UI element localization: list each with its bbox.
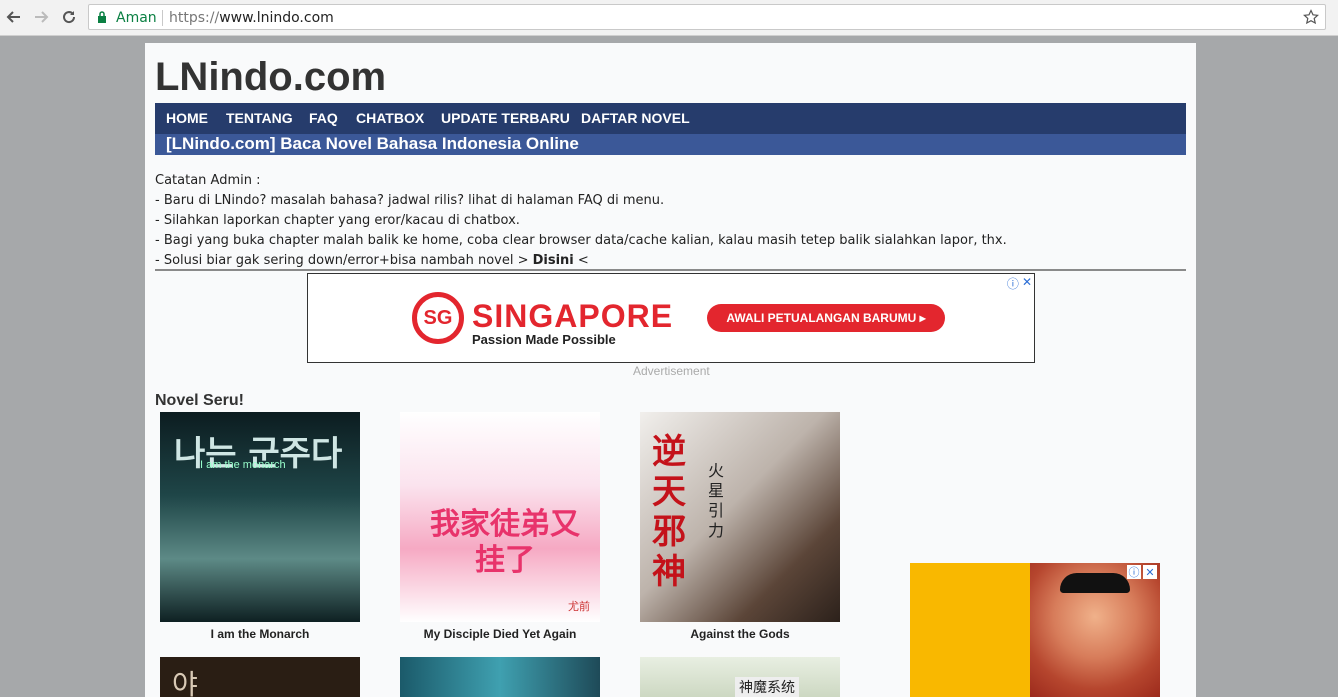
site-title[interactable]: LNindo.com — [155, 55, 386, 100]
info-icon[interactable]: ⓘ — [1007, 275, 1019, 292]
novel-title[interactable]: Against the Gods — [620, 627, 860, 641]
cover-title: 神魔系统 — [735, 677, 799, 697]
close-icon[interactable]: ✕ — [1143, 565, 1157, 579]
arrow-right-icon — [35, 11, 49, 23]
url-host: www.lnindo.com — [219, 10, 334, 26]
ad-cta-button[interactable]: AWALI PETUALANGAN BARUMU ▸ — [707, 304, 945, 332]
cover-subtitle: 尤前 — [568, 601, 590, 613]
disini-link[interactable]: Disini — [533, 253, 574, 268]
divider — [155, 269, 1186, 271]
cover-title: 我家徒弟又挂了 — [430, 507, 580, 578]
lock-icon — [98, 11, 106, 23]
novel-title[interactable]: I am the Monarch — [140, 627, 380, 641]
note-line: - Bagi yang buka chapter malah balik ke … — [155, 233, 1007, 248]
menu-chatbox[interactable]: CHATBOX — [356, 110, 424, 126]
novel-title[interactable]: My Disciple Died Yet Again — [380, 627, 620, 641]
arrow-left-icon — [6, 11, 20, 23]
back-button[interactable] — [3, 6, 25, 28]
menu-daftar-novel[interactable]: DAFTAR NOVEL — [581, 110, 690, 126]
address-divider — [162, 10, 163, 26]
section-title: Novel Seru! — [155, 392, 244, 409]
note-text: < — [573, 253, 589, 268]
menu-tentang[interactable]: TENTANG — [226, 110, 293, 126]
site-tagline: [LNindo.com] Baca Novel Bahasa Indonesia… — [166, 134, 579, 153]
note-line-donate: - Solusi biar gak sering down/error+bisa… — [155, 251, 1007, 271]
note-text: - Solusi biar gak sering down/error+bisa… — [155, 253, 533, 268]
notes-heading: Catatan Admin : — [155, 173, 261, 188]
novel-cover-i-am-the-monarch[interactable]: 나는 군주다 I am the monarch — [160, 412, 360, 622]
note-line: - Baru di LNindo? masalah bahasa? jadwal… — [155, 193, 665, 208]
reload-icon — [63, 11, 76, 24]
sg-logo: SG — [412, 292, 464, 344]
ad-choices[interactable]: ⓘ ✕ — [1127, 565, 1157, 579]
novel-cover-my-disciple[interactable]: 我家徒弟又挂了 尤前 — [400, 412, 600, 622]
novel-cover-against-the-gods[interactable]: 逆天邪神 火星引力 — [640, 412, 840, 622]
main-menu: HOME TENTANG FAQ CHATBOX UPDATE TERBARU … — [155, 103, 1186, 134]
ad-portrait-hair — [1060, 573, 1130, 593]
ad-choices[interactable]: ⓘ ✕ — [1007, 275, 1032, 292]
url-scheme: https:// — [169, 10, 220, 26]
cover-subtitle: I am the monarch — [200, 459, 286, 471]
novel-cover[interactable]: 神魔系统 — [640, 657, 840, 697]
ad-label: Advertisement — [633, 364, 710, 378]
ad-brand: SINGAPORE — [472, 298, 674, 334]
address-bar[interactable]: Aman https://www.lnindo.com — [88, 4, 1326, 30]
tagline-bar: [LNindo.com] Baca Novel Bahasa Indonesia… — [155, 134, 1186, 155]
ad-banner-singapore[interactable]: ⓘ ✕ SG SINGAPORE Passion Made Possible A… — [307, 273, 1035, 363]
cover-title: 逆天邪神 — [652, 432, 686, 592]
menu-home[interactable]: HOME — [166, 110, 208, 126]
url-text[interactable]: https://www.lnindo.com — [169, 10, 334, 26]
info-icon[interactable]: ⓘ — [1127, 565, 1141, 579]
note-line: - Silahkan laporkan chapter yang eror/ka… — [155, 213, 520, 228]
admin-notes: Catatan Admin : - Baru di LNindo? masala… — [155, 171, 1007, 271]
menu-update-terbaru[interactable]: UPDATE TERBARU — [441, 110, 570, 126]
menu-faq[interactable]: FAQ — [309, 110, 338, 126]
close-icon[interactable]: ✕ — [1022, 275, 1032, 292]
forward-button[interactable] — [30, 6, 52, 28]
browser-toolbar: Aman https://www.lnindo.com — [0, 0, 1338, 36]
novel-cover[interactable] — [400, 657, 600, 697]
cover-subtitle: 火星引力 — [708, 463, 725, 540]
ad-sidebar[interactable]: ⓘ ✕ — [910, 563, 1160, 697]
reload-button[interactable] — [58, 6, 80, 28]
novel-cover[interactable]: 야 — [160, 657, 360, 697]
secure-label: Aman — [116, 10, 157, 26]
cover-title: 야 — [172, 669, 198, 697]
ad-tagline: Passion Made Possible — [472, 332, 616, 347]
star-icon[interactable] — [1303, 9, 1319, 25]
